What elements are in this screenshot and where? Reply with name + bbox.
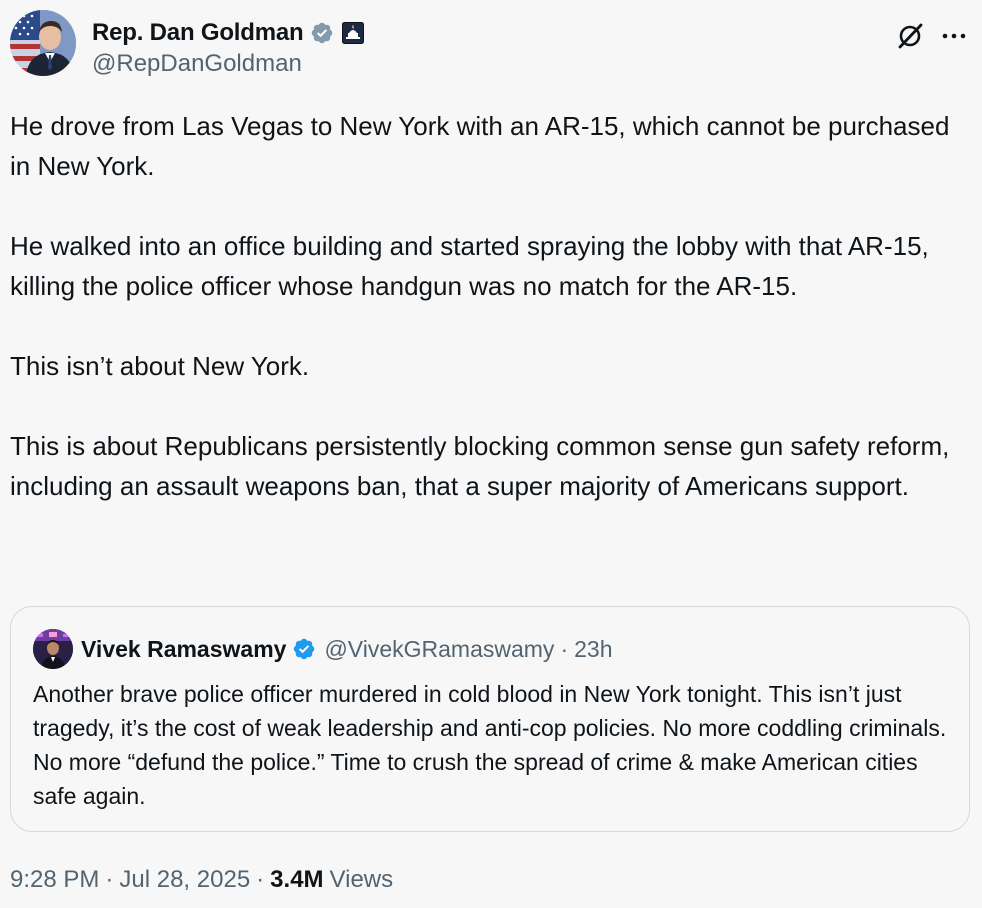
grok-icon[interactable]	[894, 20, 926, 52]
tweet-paragraph: This isn’t about New York.	[10, 351, 310, 381]
quoted-author-name[interactable]: Vivek Ramaswamy	[81, 636, 286, 663]
quoted-tweet-card[interactable]: Vivek Ramaswamy @VivekGRamaswamy · 23h A…	[10, 606, 970, 832]
tweet-paragraph: He walked into an office building and st…	[10, 231, 929, 301]
tweet-header: Rep. Dan Goldman @RepDanGoldman	[10, 10, 972, 80]
post-date[interactable]: Jul 28, 2025	[119, 866, 250, 894]
views-label: Views	[329, 866, 394, 893]
tweet-paragraph: He drove from Las Vegas to New York with…	[10, 111, 950, 181]
separator-dot: ·	[256, 866, 265, 893]
tweet: Rep. Dan Goldman @RepDanGoldman He drove…	[0, 0, 982, 908]
quoted-tweet-text: Another brave police officer murdered in…	[33, 681, 947, 809]
author-avatar[interactable]	[10, 10, 76, 76]
post-time[interactable]: 9:28 PM	[10, 866, 99, 894]
author-handle[interactable]: @RepDanGoldman	[92, 50, 302, 78]
tweet-text: He drove from Las Vegas to New York with…	[10, 106, 960, 506]
quoted-author-handle[interactable]: @VivekGRamaswamy	[324, 636, 554, 663]
tweet-paragraph: This is about Republicans persistently b…	[10, 431, 950, 501]
more-icon[interactable]	[938, 20, 970, 52]
tweet-meta: 9:28 PM · Jul 28, 2025 · 3.4M Views	[10, 862, 393, 898]
author-name-row: Rep. Dan Goldman	[92, 18, 364, 48]
separator-dot: ·	[560, 635, 569, 662]
us-capitol-icon[interactable]	[341, 22, 364, 44]
quoted-tweet-time[interactable]: 23h	[574, 636, 612, 663]
separator-dot: ·	[105, 866, 114, 893]
verified-badge-blue-icon[interactable]	[292, 637, 316, 661]
author-display-name[interactable]: Rep. Dan Goldman	[92, 19, 304, 47]
verified-badge-gray-icon[interactable]	[310, 21, 334, 45]
quoted-author-avatar[interactable]	[33, 629, 73, 669]
quoted-tweet-header: Vivek Ramaswamy @VivekGRamaswamy · 23h	[81, 633, 612, 665]
views-count: 3.4M	[270, 866, 324, 893]
